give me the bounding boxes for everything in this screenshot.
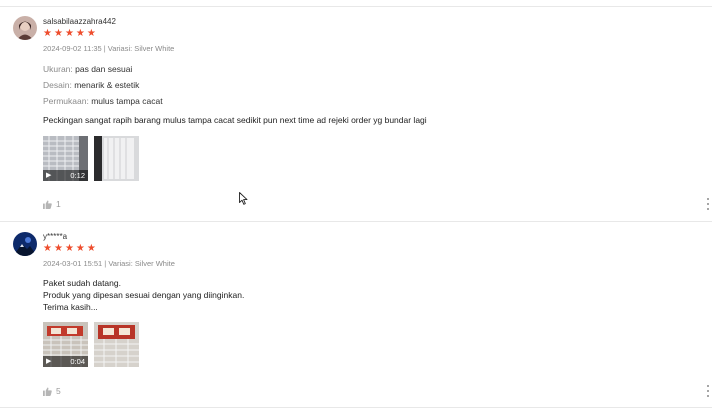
review-divider	[0, 221, 712, 222]
star-icon: ★	[75, 243, 85, 254]
avatar[interactable]	[13, 232, 37, 256]
star-icon: ★	[53, 28, 63, 39]
attribute-value: pas dan sesuai	[75, 64, 133, 74]
review-meta: 2024-03-01 15:51 | Variasi: Silver White	[43, 259, 175, 268]
star-icon: ★	[86, 28, 96, 39]
star-icon: ★	[64, 28, 74, 39]
rating-stars: ★ ★ ★ ★ ★	[43, 29, 96, 39]
like-button[interactable]: 5	[43, 386, 61, 396]
like-button[interactable]: 1	[43, 199, 61, 209]
star-icon: ★	[43, 28, 52, 39]
star-icon: ★	[43, 243, 52, 254]
star-icon: ★	[86, 243, 96, 254]
star-icon: ★	[75, 28, 85, 39]
video-duration: 0:04	[70, 357, 85, 366]
attribute-value: menarik & estetik	[74, 80, 140, 90]
comment-line: Produk yang dipesan sesuai dengan yang d…	[43, 290, 245, 300]
mouse-cursor-icon	[239, 192, 248, 210]
review-media: ▶ 0:04	[43, 322, 139, 367]
attribute-key: Desain:	[43, 80, 72, 90]
more-options-icon[interactable]	[703, 385, 713, 397]
review-meta: 2024-09-02 11:35 | Variasi: Silver White	[43, 44, 175, 53]
reviewer-name: salsabilaazzahra442	[43, 17, 116, 26]
attribute-design: Desain: menarik & estetik	[43, 80, 139, 90]
photo-thumbnail[interactable]	[94, 136, 139, 181]
thumbs-up-icon	[43, 199, 52, 209]
like-count: 5	[56, 386, 61, 396]
comment-line: Terima kasih...	[43, 302, 98, 312]
video-overlay: ▶ 0:12	[43, 170, 88, 181]
more-options-icon[interactable]	[703, 198, 713, 210]
avatar[interactable]	[13, 16, 37, 40]
star-icon: ★	[64, 243, 74, 254]
comment-line: Paket sudah datang.	[43, 278, 121, 288]
review-media: ▶ 0:12	[43, 136, 139, 181]
photo-thumbnail[interactable]	[94, 322, 139, 367]
video-camera-icon: ▶	[46, 357, 52, 365]
rating-stars: ★ ★ ★ ★ ★	[43, 244, 96, 254]
attribute-surface: Permukaan: mulus tampa cacat	[43, 96, 163, 106]
video-overlay: ▶ 0:04	[43, 356, 88, 367]
like-count: 1	[56, 199, 61, 209]
attribute-key: Ukuran:	[43, 64, 73, 74]
thumbs-up-icon	[43, 386, 52, 396]
reviewer-name: y*****a	[43, 232, 68, 241]
video-thumbnail[interactable]: ▶ 0:12	[43, 136, 88, 181]
review-comment: Paket sudah datang. Produk yang dipesan …	[43, 277, 244, 313]
review-comment: Peckingan sangat rapih barang mulus tamp…	[43, 115, 427, 125]
video-thumbnail[interactable]: ▶ 0:04	[43, 322, 88, 367]
video-camera-icon: ▶	[46, 171, 52, 179]
bottom-divider	[0, 407, 712, 408]
top-divider	[0, 6, 712, 7]
attribute-key: Permukaan:	[43, 96, 89, 106]
star-icon: ★	[53, 243, 63, 254]
video-duration: 0:12	[70, 171, 85, 180]
attribute-value: mulus tampa cacat	[91, 96, 163, 106]
attribute-size: Ukuran: pas dan sesuai	[43, 64, 132, 74]
